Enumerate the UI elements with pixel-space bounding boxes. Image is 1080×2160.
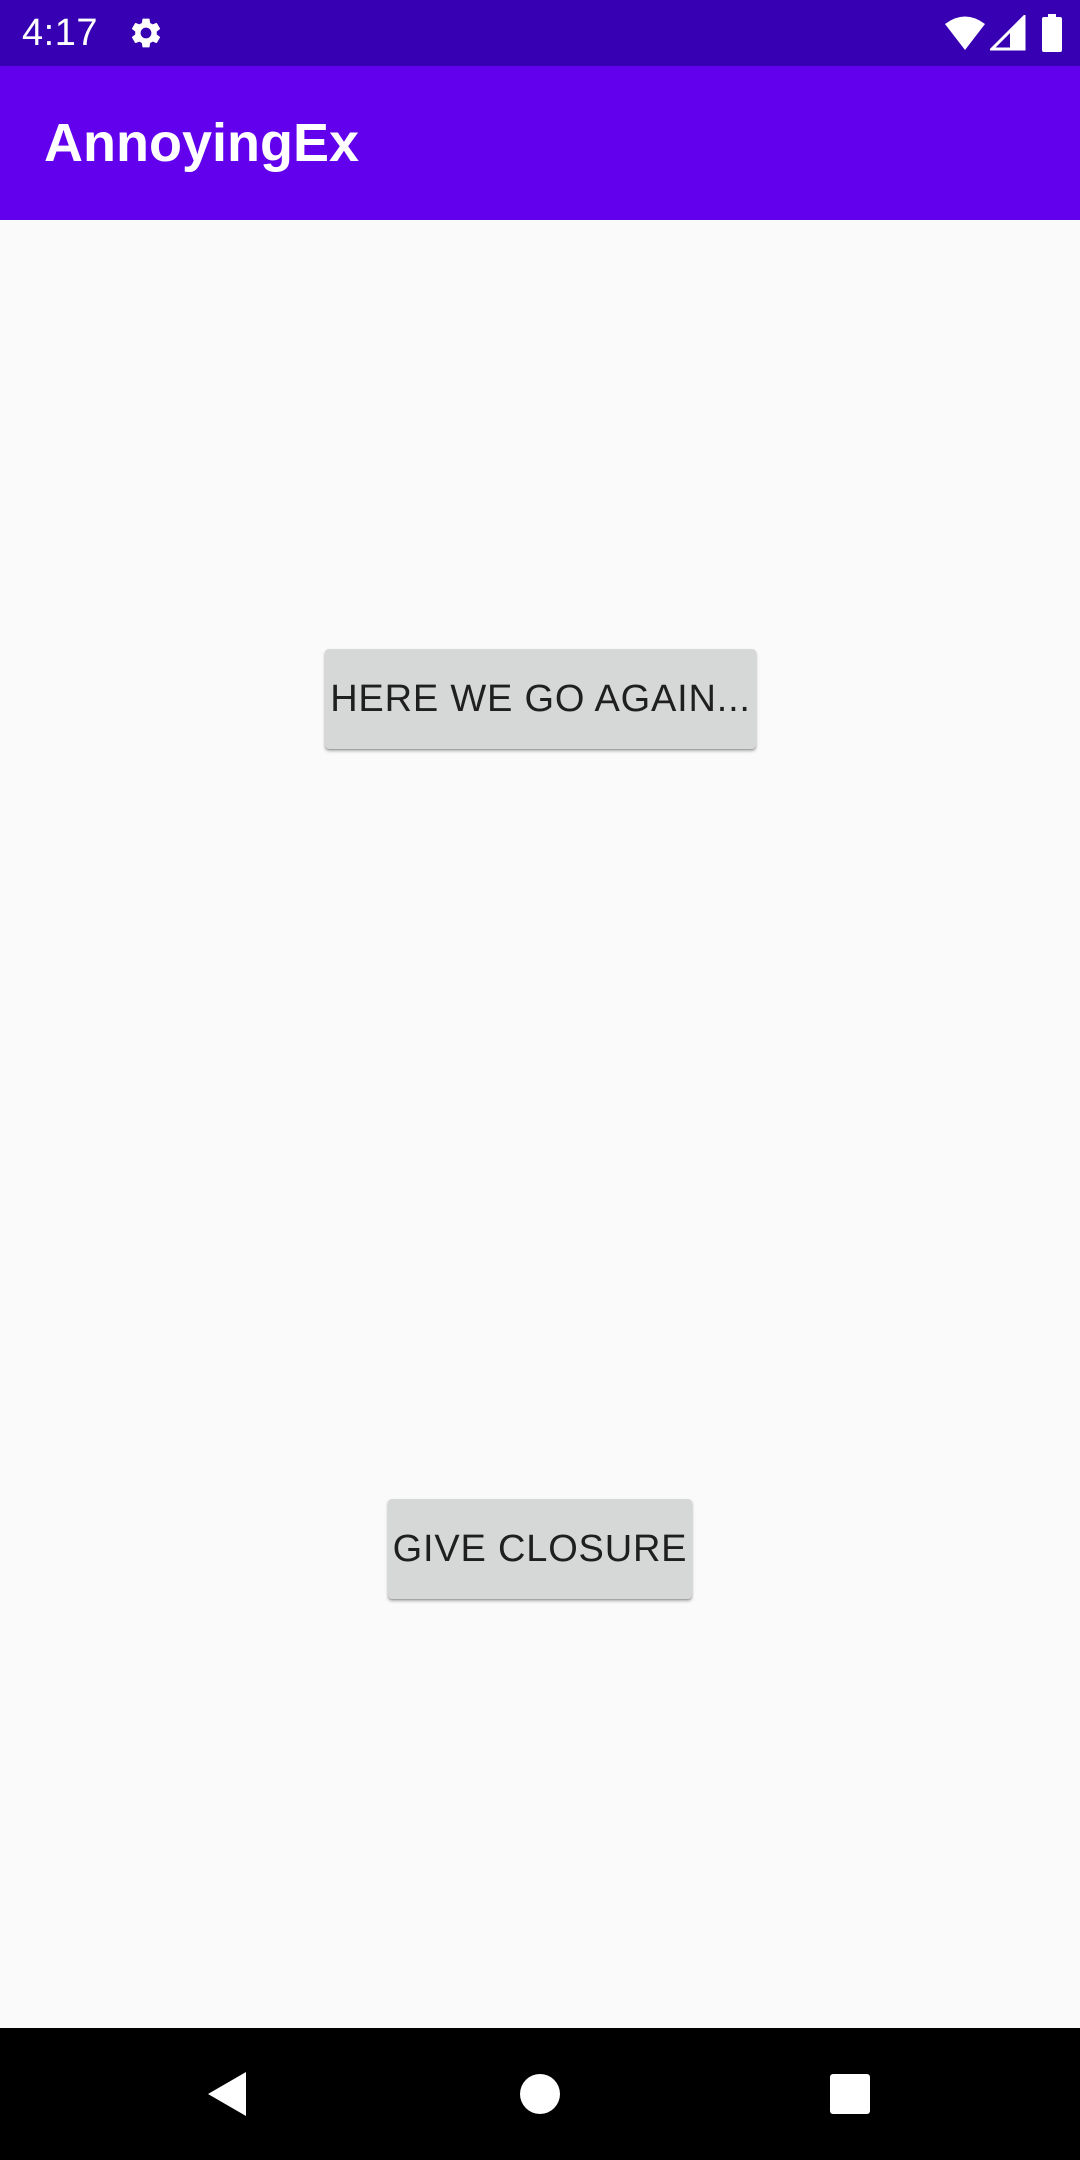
app-title: AnnoyingEx [44,113,360,173]
home-icon[interactable] [510,2064,570,2124]
cell-signal-icon [990,15,1026,51]
app-bar: AnnoyingEx [0,66,1080,220]
back-icon[interactable] [196,2064,256,2124]
wifi-icon [944,15,986,51]
navigation-bar [0,2028,1080,2160]
status-time: 4:17 [22,12,98,54]
here-we-go-again-button[interactable]: HERE WE GO AGAIN... [325,649,756,749]
status-bar: 4:17 [0,0,1080,66]
give-closure-button[interactable]: GIVE CLOSURE [388,1499,692,1599]
battery-icon [1042,14,1062,52]
settings-gear-icon [128,15,164,51]
main-content: HERE WE GO AGAIN... GIVE CLOSURE [0,220,1080,2028]
recents-icon[interactable] [820,2064,880,2124]
